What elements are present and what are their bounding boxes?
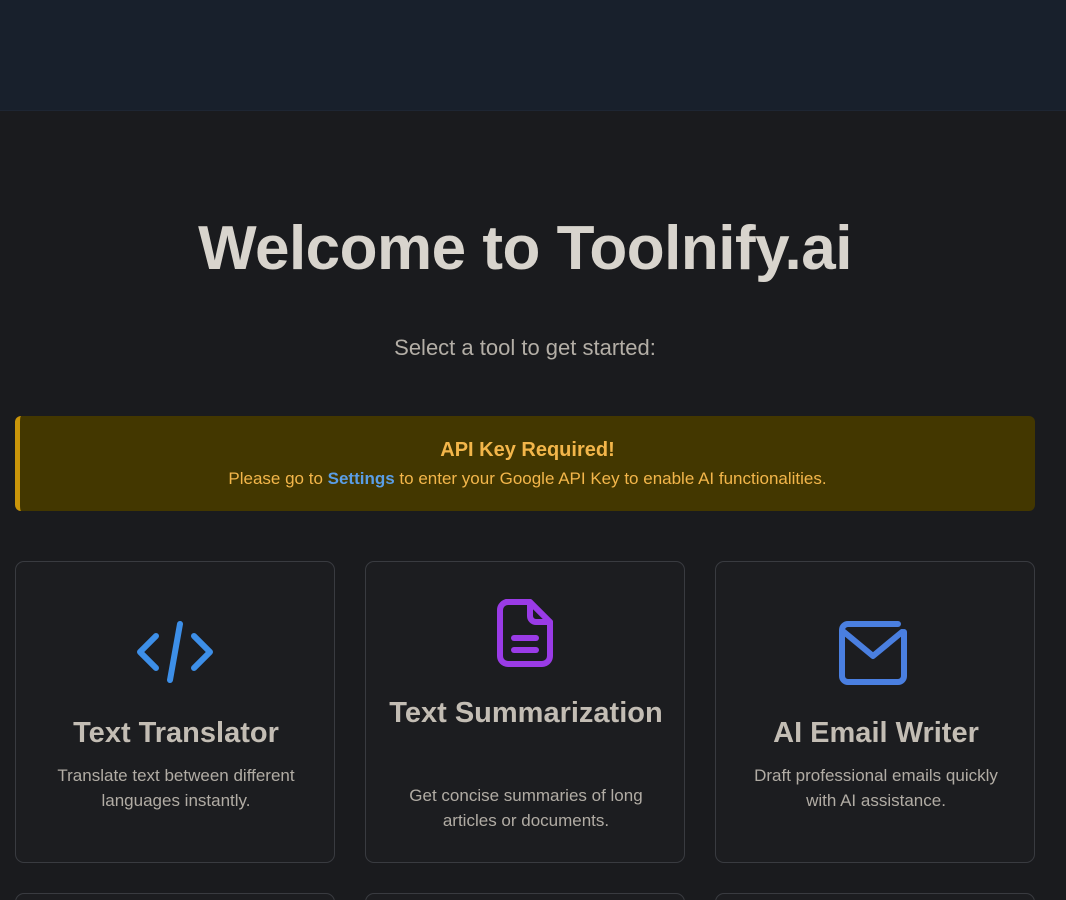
code-icon bbox=[16, 620, 334, 684]
top-navbar bbox=[0, 0, 1066, 111]
document-icon bbox=[366, 598, 684, 668]
alert-title: API Key Required! bbox=[440, 439, 615, 461]
card-title: Text Translator bbox=[73, 717, 279, 749]
tool-card-ai-email-writer[interactable]: AI Email Writer Draft professional email… bbox=[715, 561, 1035, 863]
card-title: AI Email Writer bbox=[773, 717, 979, 749]
card-title: Text Summarization bbox=[389, 697, 663, 729]
alert-message: Please go to Settings to enter your Goog… bbox=[20, 469, 1035, 489]
page-title: Welcome to Toolnify.ai bbox=[198, 214, 852, 283]
alert-text-before: Please go to bbox=[228, 469, 328, 488]
settings-link[interactable]: Settings bbox=[328, 469, 395, 488]
envelope-icon bbox=[716, 620, 1034, 686]
card-description: Translate text between different languag… bbox=[57, 766, 295, 810]
tool-card[interactable] bbox=[365, 893, 685, 900]
tool-card[interactable] bbox=[715, 893, 1035, 900]
api-key-alert: API Key Required! Please go to Settings … bbox=[15, 416, 1035, 511]
tool-card[interactable] bbox=[15, 893, 335, 900]
tool-card-text-summarization[interactable]: Text Summarization Get concise summaries… bbox=[365, 561, 685, 863]
tool-card-text-translator[interactable]: Text Translator Translate text between d… bbox=[15, 561, 335, 863]
card-description: Draft professional emails quickly with A… bbox=[754, 766, 998, 810]
alert-text-after: to enter your Google API Key to enable A… bbox=[394, 469, 827, 488]
page-subtitle: Select a tool to get started: bbox=[394, 335, 656, 360]
card-description: Get concise summaries of long articles o… bbox=[409, 786, 643, 830]
